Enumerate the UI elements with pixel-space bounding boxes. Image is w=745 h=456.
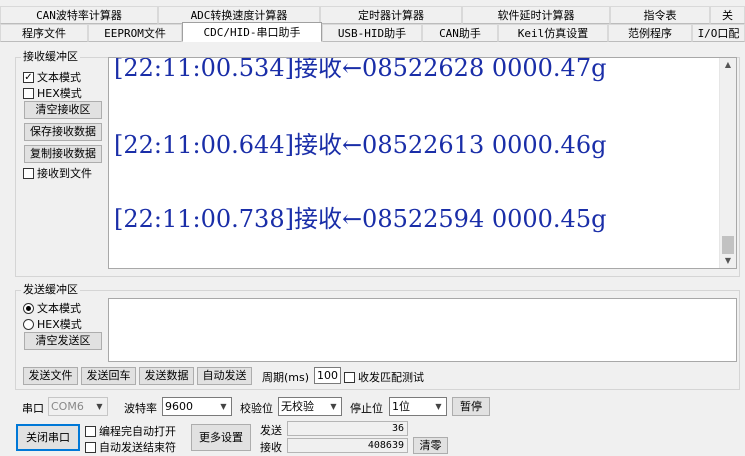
recv-count-label: 接收 <box>260 441 282 454</box>
more-settings-button[interactable]: 更多设置 <box>191 424 251 451</box>
auto-send-button[interactable]: 自动发送 <box>197 367 252 385</box>
chevron-down-icon: ▼ <box>435 402 442 411</box>
scroll-up-icon[interactable]: ▲ <box>720 58 736 72</box>
tab-keil-settings[interactable]: Keil仿真设置 <box>498 24 608 42</box>
tab-row-2: 程序文件 EEPROM文件 CDC/HID-串口助手 USB-HID助手 CAN… <box>0 22 745 42</box>
chevron-down-icon: ▼ <box>220 402 227 411</box>
tab-can-baud[interactable]: CAN波特率计算器 <box>0 6 158 24</box>
tab-examples[interactable]: 范例程序 <box>608 24 692 42</box>
auto-end-checkbox[interactable]: 自动发送结束符 <box>85 439 176 455</box>
match-test-checkbox[interactable]: 收发匹配测试 <box>344 369 424 385</box>
receive-text-mode[interactable]: ✓ 文本模式 <box>23 69 81 85</box>
receive-line: [22:11:00.738]接收←08522594 0000.45g <box>114 205 607 233</box>
checkbox-icon[interactable] <box>344 371 355 383</box>
receive-hex-mode[interactable]: HEX模式 <box>23 85 82 101</box>
auto-open-checkbox[interactable]: 编程完自动打开 <box>85 423 176 439</box>
tab-eeprom-file[interactable]: EEPROM文件 <box>88 24 182 42</box>
clear-count-button[interactable]: 清零 <box>413 437 448 454</box>
scroll-down-icon[interactable]: ▼ <box>720 254 736 268</box>
radio-selected-icon[interactable] <box>23 302 34 314</box>
receive-line: [22:11:00.534]接收←08522628 0000.47g <box>114 57 607 82</box>
tab-program-file[interactable]: 程序文件 <box>0 24 88 42</box>
checkbox-icon[interactable] <box>85 441 96 453</box>
receive-textarea[interactable]: [22:11:00.534]接收←08522628 0000.47g [22:1… <box>108 57 737 269</box>
receive-scrollbar[interactable]: ▲ ▼ <box>719 58 736 268</box>
send-text-mode[interactable]: 文本模式 <box>23 300 81 316</box>
checkbox-icon[interactable] <box>23 87 34 99</box>
chevron-down-icon: ▼ <box>96 402 103 411</box>
sent-count-field: 36 <box>287 421 408 436</box>
period-label: 周期(ms) <box>262 371 310 384</box>
receive-group-title: 接收缓冲区 <box>21 50 80 63</box>
chevron-down-icon: ▼ <box>330 402 337 411</box>
tab-more[interactable]: 关 <box>710 6 745 24</box>
checkbox-checked-icon[interactable]: ✓ <box>23 71 34 83</box>
send-hex-mode[interactable]: HEX模式 <box>23 316 82 332</box>
receive-line: [22:11:00.644]接收←08522613 0000.46g <box>114 131 607 159</box>
tab-can-assistant[interactable]: CAN助手 <box>422 24 498 42</box>
close-port-button[interactable]: 关闭串口 <box>16 424 80 451</box>
parity-select[interactable]: 无校验 ▼ <box>278 397 342 416</box>
tab-serial-assistant[interactable]: CDC/HID-串口助手 <box>182 22 322 42</box>
radio-icon[interactable] <box>23 318 34 330</box>
pause-button[interactable]: 暂停 <box>452 397 490 416</box>
recv-count-field: 408639 <box>287 438 408 453</box>
stop-label: 停止位 <box>350 402 383 415</box>
baud-label: 波特率 <box>124 402 157 415</box>
parity-label: 校验位 <box>240 402 273 415</box>
clear-receive-button[interactable]: 清空接收区 <box>24 101 102 119</box>
checkbox-icon[interactable] <box>85 425 96 437</box>
period-input[interactable]: 100 <box>314 367 341 384</box>
tab-timer-calc[interactable]: 定时器计算器 <box>320 6 462 24</box>
tab-instruction-table[interactable]: 指令表 <box>610 6 710 24</box>
checkbox-icon[interactable] <box>23 167 34 179</box>
tab-io-config[interactable]: I/O口配 <box>692 24 745 42</box>
send-group-title: 发送缓冲区 <box>21 283 80 296</box>
receive-to-file[interactable]: 接收到文件 <box>23 165 92 181</box>
scroll-thumb[interactable] <box>722 236 734 254</box>
tab-row-1: CAN波特率计算器 ADC转换速度计算器 定时器计算器 软件延时计算器 指令表 … <box>0 6 745 24</box>
save-receive-button[interactable]: 保存接收数据 <box>24 123 102 141</box>
sent-count-label: 发送 <box>260 424 282 437</box>
tab-usb-hid[interactable]: USB-HID助手 <box>322 24 422 42</box>
copy-receive-button[interactable]: 复制接收数据 <box>24 145 102 163</box>
baud-select[interactable]: 9600 ▼ <box>162 397 232 416</box>
send-enter-button[interactable]: 发送回车 <box>81 367 136 385</box>
send-file-button[interactable]: 发送文件 <box>23 367 78 385</box>
clear-send-button[interactable]: 清空发送区 <box>24 332 102 350</box>
port-select[interactable]: COM6 ▼ <box>48 397 108 416</box>
port-label: 串口 <box>22 402 44 415</box>
send-data-button[interactable]: 发送数据 <box>139 367 194 385</box>
tab-delay-calc[interactable]: 软件延时计算器 <box>462 6 610 24</box>
send-textarea[interactable] <box>108 298 737 362</box>
stop-select[interactable]: 1位 ▼ <box>389 397 447 416</box>
